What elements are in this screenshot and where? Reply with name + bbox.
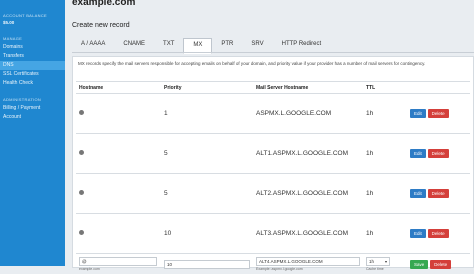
main-content: example.com Create new record A / AAAA C… [65,0,474,266]
table-row: 1 ASPMX.L.GOOGLE.COM 1h Edit Delete [76,94,470,134]
administration-section-label: ADMINISTRATION [0,97,65,102]
sidebar: ACCOUNT BALANCE $5.00 MANAGE Domains Tra… [0,0,65,266]
mail-server-cell: ALT1.ASPMX.L.GOOGLE.COM [253,134,363,174]
tab-cname[interactable]: CNAME [114,38,154,52]
priority-input[interactable]: 10 [164,260,250,269]
sidebar-item-account[interactable]: Account [0,113,65,122]
tab-a-aaaa[interactable]: A / AAAA [72,38,114,52]
records-card: MX records specify the mail servers resp… [72,56,474,268]
mx-description: MX records specify the mail servers resp… [73,57,473,81]
root-host-icon [79,110,84,115]
delete-button[interactable]: Delete [430,260,451,269]
ttl-hint: Cache time [366,267,404,271]
sidebar-item-domains[interactable]: Domains [0,43,65,52]
sidebar-item-transfers[interactable]: Transfers [0,52,65,61]
edit-button[interactable]: Edit [410,189,426,198]
table-row: 5 ALT2.ASPMX.L.GOOGLE.COM 1h Edit Delete [76,174,470,214]
root-host-icon [79,150,84,155]
table-row: 10 ALT3.ASPMX.L.GOOGLE.COM 1h Edit Delet… [76,214,470,254]
hostname-hint: example.com [79,267,158,271]
priority-cell: 1 [161,94,253,134]
ttl-select-value: 1h [369,259,374,264]
manage-section-label: MANAGE [0,36,65,41]
priority-cell: 5 [161,174,253,214]
priority-cell: 5 [161,134,253,174]
mail-server-hint: Example: aspmx.l.google.com [256,267,360,271]
table-row: 5 ALT1.ASPMX.L.GOOGLE.COM 1h Edit Delete [76,134,470,174]
chevron-down-icon: ▾ [385,258,387,265]
section-title: Create new record [72,22,130,29]
mail-server-cell: ALT2.ASPMX.L.GOOGLE.COM [253,174,363,214]
mail-server-cell: ASPMX.L.GOOGLE.COM [253,94,363,134]
ttl-cell: 1h [363,134,407,174]
header-priority: Priority [161,82,253,94]
record-type-tabs: A / AAAA CNAME TXT MX PTR SRV HTTP Redir… [72,38,330,52]
root-host-icon [79,190,84,195]
delete-button[interactable]: Delete [428,189,449,198]
edit-button[interactable]: Edit [410,149,426,158]
ttl-cell: 1h [363,214,407,254]
tab-txt[interactable]: TXT [154,38,183,52]
account-balance-label: ACCOUNT BALANCE [0,0,65,18]
header-actions [407,82,470,94]
root-host-icon [79,230,84,235]
header-mail-server: Mail Server Hostname [253,82,363,94]
sidebar-item-billing[interactable]: Billing / Payment [0,104,65,113]
tabs-divider [72,52,474,53]
ttl-cell: 1h [363,174,407,214]
ttl-select[interactable]: 1h ▾ [366,257,390,266]
tab-ptr[interactable]: PTR [212,38,242,52]
mail-server-cell: ALT3.ASPMX.L.GOOGLE.COM [253,214,363,254]
account-balance-value: $5.00 [0,18,65,25]
sidebar-item-ssl-certificates[interactable]: SSL Certificates [0,70,65,79]
hostname-input[interactable]: @ [79,257,157,266]
delete-button[interactable]: Delete [428,149,449,158]
page-title: example.com [72,0,135,8]
delete-button[interactable]: Delete [428,109,449,118]
sidebar-item-health-check[interactable]: Health Check [0,79,65,88]
header-ttl: TTL [363,82,407,94]
sidebar-item-dns[interactable]: DNS [0,61,65,70]
mail-server-input[interactable]: ALT4.ASPMX.L.GOOGLE.COM [256,257,360,266]
header-hostname: Hostname [76,82,161,94]
edit-button[interactable]: Edit [410,229,426,238]
new-record-form-row: @ example.com 10 ALT4.ASPMX.L.GOOGLE.COM… [76,254,470,274]
delete-button[interactable]: Delete [428,229,449,238]
tab-srv[interactable]: SRV [242,38,272,52]
ttl-cell: 1h [363,94,407,134]
priority-cell: 10 [161,214,253,254]
mx-records-table: Hostname Priority Mail Server Hostname T… [76,81,470,274]
table-header-row: Hostname Priority Mail Server Hostname T… [76,82,470,94]
edit-button[interactable]: Edit [410,109,426,118]
tab-http-redirect[interactable]: HTTP Redirect [273,38,331,52]
save-button[interactable]: Save [410,260,428,269]
